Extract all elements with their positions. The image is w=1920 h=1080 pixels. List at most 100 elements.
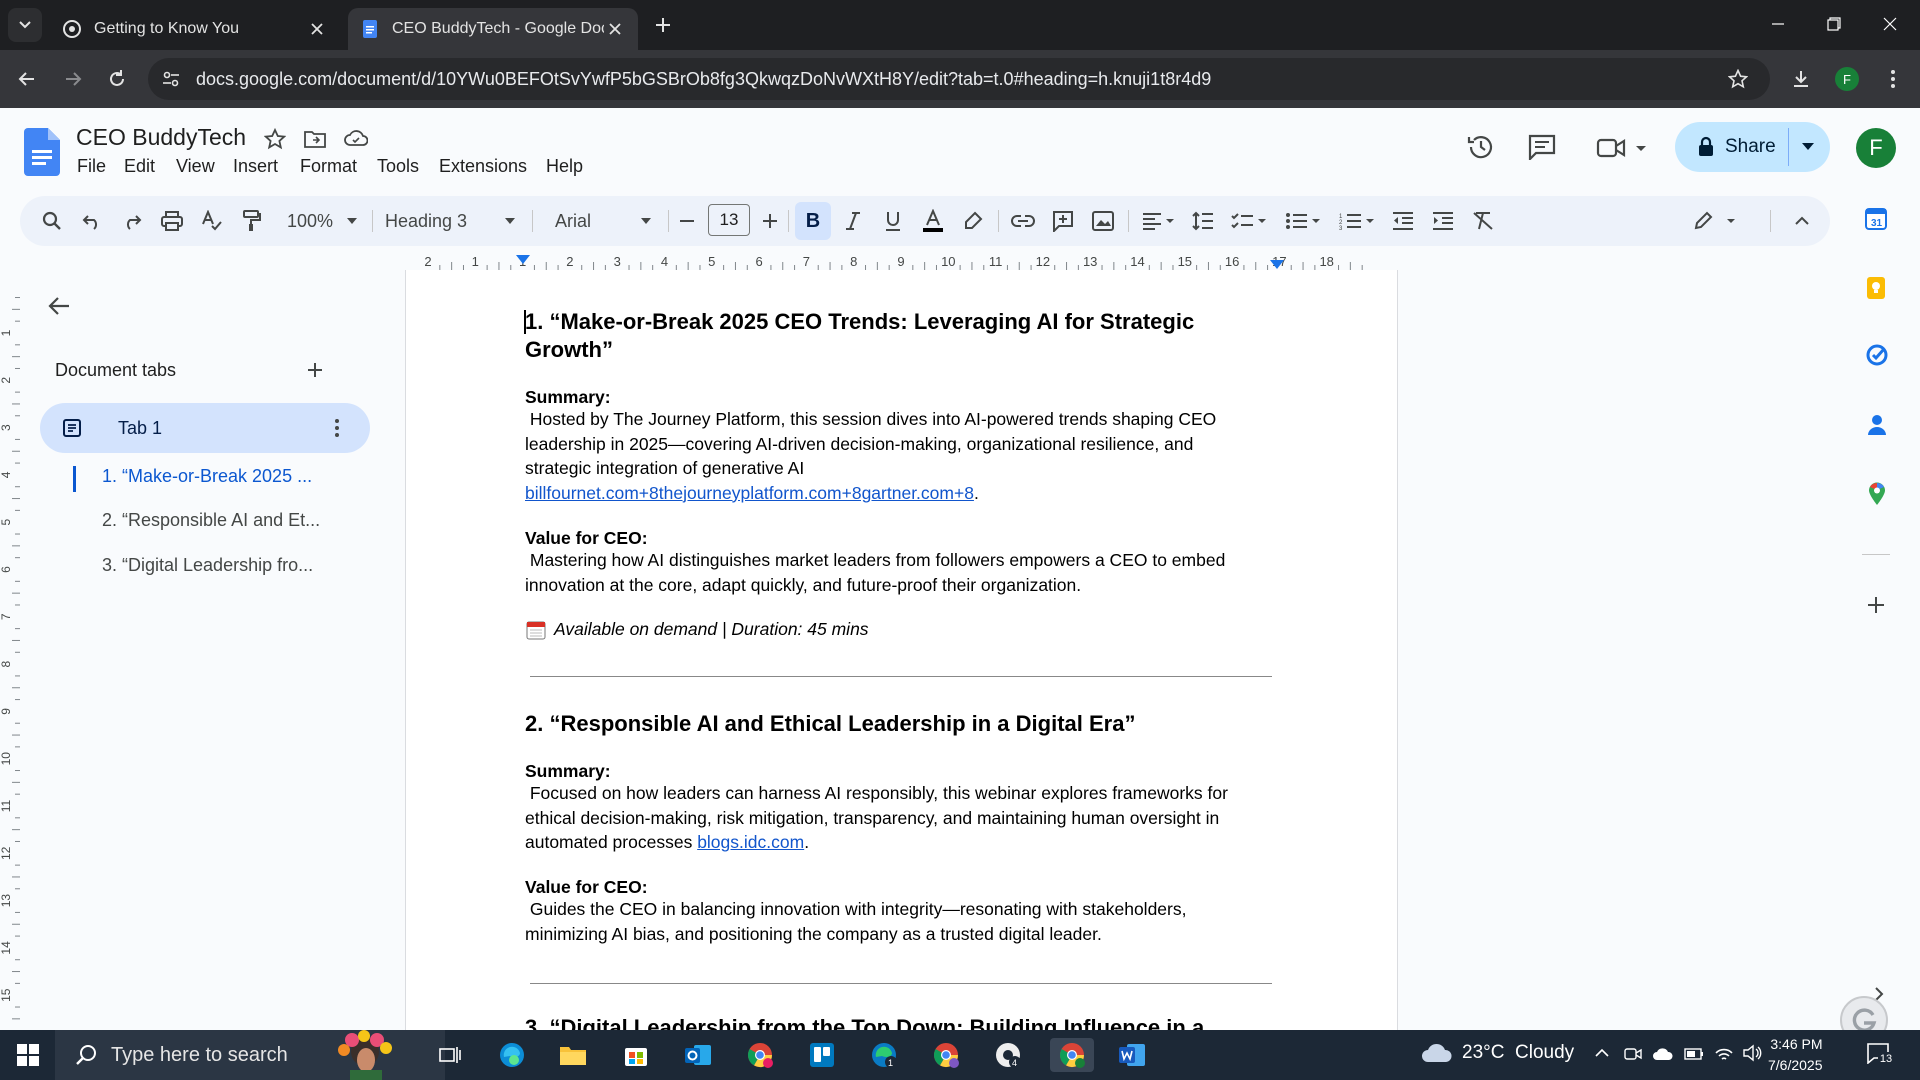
taskbar-chrome-active[interactable] xyxy=(1050,1038,1094,1072)
document-tab-1[interactable]: Tab 1 xyxy=(40,403,370,453)
chevron-up-icon[interactable] xyxy=(1594,1048,1610,1058)
taskbar-chrome-profile-2[interactable] xyxy=(928,1038,964,1072)
taskbar-edge-profile[interactable]: 1 xyxy=(866,1038,902,1072)
taskbar-edge[interactable] xyxy=(494,1038,530,1072)
outline-item-2[interactable]: 2. “Responsible AI and Et... xyxy=(102,510,320,531)
comments-icon[interactable] xyxy=(1528,134,1556,160)
taskbar-file-explorer[interactable] xyxy=(555,1038,591,1072)
star-icon[interactable] xyxy=(264,128,286,150)
browser-tab-getting-to-know-you[interactable]: Getting to Know You xyxy=(50,8,340,50)
bold-button[interactable]: B xyxy=(795,202,831,240)
address-bar[interactable]: docs.google.com/document/d/10YWu0BEFOtSv… xyxy=(148,58,1770,100)
text-color-button[interactable] xyxy=(918,205,948,237)
arrow-left-icon[interactable] xyxy=(48,296,70,316)
decrease-indent-button[interactable] xyxy=(1388,205,1418,237)
keep-notes-icon[interactable] xyxy=(1866,276,1886,300)
taskbar-chrome-profile-1[interactable] xyxy=(742,1038,778,1072)
wifi-icon[interactable] xyxy=(1714,1044,1734,1062)
tab-search-button[interactable] xyxy=(8,8,42,42)
reload-button[interactable] xyxy=(100,62,134,96)
browser-menu-button[interactable] xyxy=(1876,62,1910,96)
undo-button[interactable] xyxy=(78,205,106,237)
menu-file[interactable]: File xyxy=(77,156,106,177)
account-avatar[interactable]: F xyxy=(1856,128,1896,168)
taskbar-outlook[interactable] xyxy=(680,1038,716,1072)
decrease-font-size-button[interactable] xyxy=(675,205,699,237)
menu-tools[interactable]: Tools xyxy=(377,156,419,177)
close-window-button[interactable] xyxy=(1862,0,1918,48)
taskbar-chrome-profile-3[interactable]: 4 xyxy=(990,1038,1026,1072)
taskbar-search[interactable]: Type here to search xyxy=(55,1030,445,1080)
taskbar-word[interactable] xyxy=(1114,1038,1150,1072)
contacts-icon[interactable] xyxy=(1867,414,1887,436)
italic-button[interactable] xyxy=(838,205,868,237)
menu-extensions[interactable]: Extensions xyxy=(439,156,527,177)
volume-icon[interactable] xyxy=(1742,1044,1762,1062)
search-menus-button[interactable] xyxy=(38,205,66,237)
hide-menus-button[interactable] xyxy=(1790,205,1814,237)
section-1-source-link[interactable]: billfournet.com+8thejourneyplatform.com+… xyxy=(525,483,974,503)
menu-help[interactable]: Help xyxy=(546,156,583,177)
menu-format[interactable]: Format xyxy=(300,156,357,177)
notification-center-button[interactable]: 13 xyxy=(1866,1042,1894,1068)
bookmark-star-icon[interactable] xyxy=(1728,69,1748,89)
menu-view[interactable]: View xyxy=(176,156,215,177)
restore-window-button[interactable] xyxy=(1806,0,1862,48)
forward-button[interactable] xyxy=(56,62,90,96)
horizontal-ruler[interactable]: 21123456789101112131415161718 xyxy=(0,254,1830,270)
redo-button[interactable] xyxy=(118,205,146,237)
document-title[interactable]: CEO BuddyTech xyxy=(76,124,246,151)
font-size-input[interactable]: 13 xyxy=(708,204,750,236)
font-family-select[interactable]: Arial xyxy=(555,205,665,237)
line-spacing-button[interactable] xyxy=(1188,205,1218,237)
align-select[interactable] xyxy=(1138,205,1178,237)
zoom-select[interactable]: 100% xyxy=(282,205,362,237)
taskbar-store[interactable] xyxy=(618,1038,654,1072)
system-clock[interactable]: 3:46 PM 7/6/2025 xyxy=(1768,1034,1823,1076)
google-docs-logo-icon[interactable] xyxy=(24,128,60,176)
maps-icon[interactable] xyxy=(1868,482,1886,506)
close-tab-icon[interactable] xyxy=(604,18,626,40)
menu-insert[interactable]: Insert xyxy=(233,156,278,177)
vertical-ruler[interactable]: 1 2 3 4 5 6 7 8 9 10 11 12 13 14 15 xyxy=(0,270,20,1030)
numbered-list-select[interactable]: 123 xyxy=(1336,205,1378,237)
spelling-check-button[interactable] xyxy=(198,205,226,237)
add-tab-icon[interactable] xyxy=(307,362,323,378)
taskbar-trello[interactable] xyxy=(804,1038,840,1072)
print-button[interactable] xyxy=(158,205,186,237)
battery-icon[interactable] xyxy=(1684,1047,1704,1061)
increase-indent-button[interactable] xyxy=(1428,205,1458,237)
downloads-button[interactable] xyxy=(1784,62,1818,96)
minimize-window-button[interactable] xyxy=(1750,0,1806,48)
menu-edit[interactable]: Edit xyxy=(124,156,155,177)
back-button[interactable] xyxy=(10,62,44,96)
get-addons-plus-icon[interactable] xyxy=(1867,596,1885,614)
insert-link-button[interactable] xyxy=(1008,205,1038,237)
insert-image-button[interactable] xyxy=(1088,205,1118,237)
version-history-icon[interactable] xyxy=(1466,132,1496,162)
document-page[interactable]: 1. “Make-or-Break 2025 CEO Trends: Lever… xyxy=(405,270,1398,1030)
browser-tab-ceo-buddytech[interactable]: CEO BuddyTech - Google Docs xyxy=(348,8,638,50)
underline-button[interactable] xyxy=(878,205,908,237)
task-view-button[interactable] xyxy=(432,1038,468,1072)
increase-font-size-button[interactable] xyxy=(758,205,782,237)
close-tab-icon[interactable] xyxy=(306,18,328,40)
clear-formatting-button[interactable] xyxy=(1468,205,1498,237)
profile-button[interactable]: F xyxy=(1830,62,1864,96)
paragraph-style-select[interactable]: Heading 3 xyxy=(385,205,520,237)
start-button[interactable] xyxy=(10,1038,46,1072)
calendar-icon[interactable]: 31 xyxy=(1865,206,1887,230)
section-2-source-link[interactable]: blogs.idc.com xyxy=(697,832,804,852)
paint-format-button[interactable] xyxy=(238,205,266,237)
outline-item-1[interactable]: 1. “Make-or-Break 2025 ... xyxy=(102,466,312,487)
more-vertical-icon[interactable] xyxy=(334,418,340,438)
meet-now-icon[interactable] xyxy=(1624,1045,1642,1063)
highlight-color-button[interactable] xyxy=(958,205,988,237)
share-dropdown-icon[interactable] xyxy=(1801,142,1815,152)
move-folder-icon[interactable] xyxy=(304,129,326,149)
share-button[interactable]: Share xyxy=(1675,122,1830,172)
bulleted-list-select[interactable] xyxy=(1282,205,1324,237)
new-tab-button[interactable] xyxy=(646,8,680,42)
outline-item-3[interactable]: 3. “Digital Leadership fro... xyxy=(102,555,313,576)
onedrive-icon[interactable] xyxy=(1652,1045,1674,1063)
